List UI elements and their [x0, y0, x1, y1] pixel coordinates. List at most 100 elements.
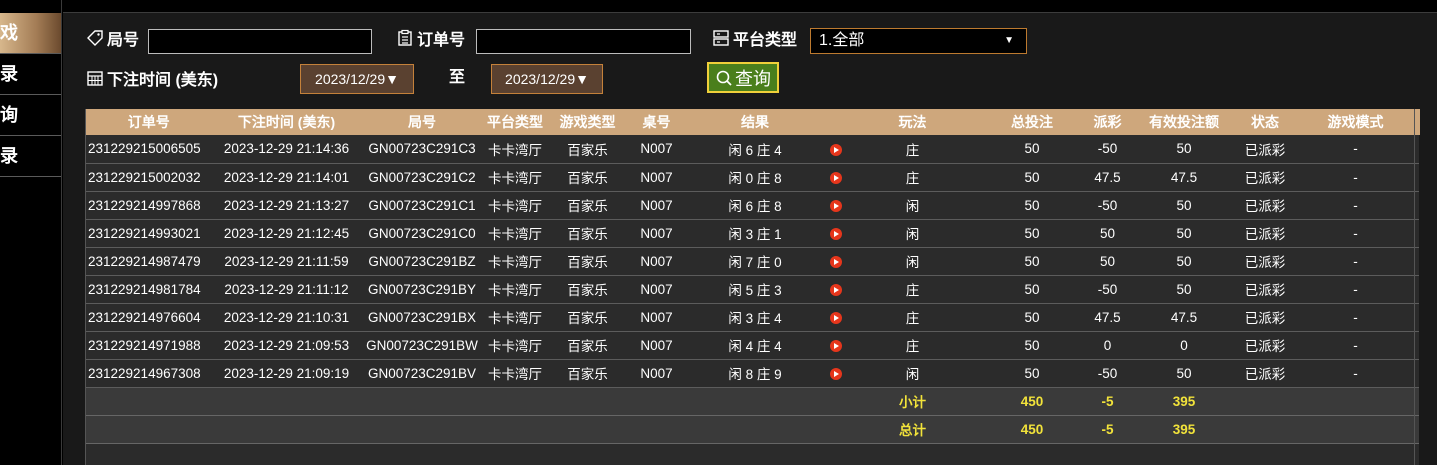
bet-time-cell: 2023-12-29 21:14:01 [213, 163, 360, 192]
platform-cell: 卡卡湾厅 [484, 247, 546, 276]
play-video-icon[interactable] [830, 199, 842, 212]
total-bet-cell: 50 [979, 219, 1085, 248]
order-id-cell: 231229214976604 [85, 303, 213, 332]
order-id-cell: 231229214971988 [85, 331, 213, 360]
payout-cell: 50 [1085, 247, 1130, 276]
game-mode-cell: - [1292, 163, 1419, 192]
date-to-picker[interactable]: 2023/12/29▼ [491, 64, 603, 94]
platform-cell: 卡卡湾厅 [484, 359, 546, 388]
platform-select[interactable]: 1.全部 ▼ [810, 28, 1027, 54]
result-cell: 闲 6 庄 8 [684, 191, 826, 220]
replay-icon-cell[interactable] [826, 247, 846, 276]
play-video-icon[interactable] [830, 367, 842, 380]
replay-icon-cell[interactable] [826, 219, 846, 248]
server-icon [712, 29, 730, 47]
bet-option-cell: 庄 [846, 331, 979, 360]
platform-cell: 卡卡湾厅 [484, 275, 546, 304]
replay-icon-cell[interactable] [826, 135, 846, 164]
sidebar-item-label: 戏 [0, 23, 18, 43]
empty-cell [85, 443, 1419, 465]
result-cell: 闲 3 庄 1 [684, 219, 826, 248]
total-bet-cell: 50 [979, 275, 1085, 304]
sidebar-item-3[interactable]: 录 [0, 136, 61, 177]
valid-bet-cell: 0 [1130, 331, 1238, 360]
bet-time-cell: 2023-12-29 21:10:31 [213, 303, 360, 332]
replay-icon-cell[interactable] [826, 359, 846, 388]
game-type-cell: 百家乐 [546, 331, 629, 360]
replay-icon-cell[interactable] [826, 303, 846, 332]
platform-cell: 卡卡湾厅 [484, 331, 546, 360]
table-no-cell: N007 [629, 219, 684, 248]
replay-icon-cell[interactable] [826, 163, 846, 192]
time-label-text: 下注时间 (美东) [107, 72, 219, 89]
order-label-text: 订单号 [417, 32, 466, 49]
empty-cell [360, 415, 484, 444]
date-from-picker[interactable]: 2023/12/29▼ [300, 64, 414, 94]
round-id-cell: GN00723C291BY [360, 275, 484, 304]
game-type-cell: 百家乐 [546, 219, 629, 248]
empty-cell [85, 387, 213, 416]
play-video-icon[interactable] [830, 227, 842, 240]
subtotal-row-valid: 395 [1130, 387, 1238, 416]
game-type-cell: 百家乐 [546, 163, 629, 192]
bet-option-cell: 闲 [846, 191, 979, 220]
bet-option-cell: 闲 [846, 359, 979, 388]
play-video-icon[interactable] [830, 171, 842, 184]
sidebar-item-0[interactable]: 戏 [0, 13, 61, 54]
payout-cell: -50 [1085, 135, 1130, 164]
column-header: 游戏模式 [1292, 109, 1420, 135]
status-cell: 已派彩 [1238, 163, 1292, 192]
empty-cell [1292, 415, 1419, 444]
bet-option-cell: 闲 [846, 219, 979, 248]
game-mode-cell: - [1292, 303, 1419, 332]
play-video-icon[interactable] [830, 283, 842, 296]
game-type-cell: 百家乐 [546, 135, 629, 164]
query-button[interactable]: 查询 [707, 62, 779, 93]
subtotal-row-label: 小计 [846, 387, 979, 416]
total-row-valid: 395 [1130, 415, 1238, 444]
platform-cell: 卡卡湾厅 [484, 135, 546, 164]
total-bet-cell: 50 [979, 135, 1085, 164]
game-mode-cell: - [1292, 331, 1419, 360]
order-input[interactable] [476, 29, 691, 54]
column-header [826, 109, 847, 135]
round-label-text: 局号 [107, 32, 140, 49]
column-header: 总投注 [979, 109, 1086, 135]
sidebar-item-1[interactable]: 录 [0, 54, 61, 95]
total-bet-cell: 50 [979, 247, 1085, 276]
game-mode-cell: - [1292, 135, 1419, 164]
total-bet-cell: 50 [979, 191, 1085, 220]
round-filter-label: 局号 [86, 26, 139, 50]
game-mode-cell: - [1292, 359, 1419, 388]
sidebar-item-2[interactable]: 询 [0, 95, 61, 136]
column-header: 派彩 [1085, 109, 1131, 135]
round-input[interactable] [148, 29, 372, 54]
play-video-icon[interactable] [830, 339, 842, 352]
replay-icon-cell[interactable] [826, 191, 846, 220]
column-header: 状态 [1238, 109, 1293, 135]
round-id-cell: GN00723C291C0 [360, 219, 484, 248]
status-cell: 已派彩 [1238, 219, 1292, 248]
table-row: 231229214967308 2023-12-29 21:09:19 GN0072… [85, 359, 1419, 388]
play-video-icon[interactable] [830, 311, 842, 324]
table-row: 231229214971988 2023-12-29 21:09:53 GN0072… [85, 331, 1419, 360]
status-cell: 已派彩 [1238, 331, 1292, 360]
platform-filter-label: 平台类型 [712, 26, 797, 50]
play-video-icon[interactable] [830, 255, 842, 268]
platform-cell: 卡卡湾厅 [484, 191, 546, 220]
status-cell: 已派彩 [1238, 359, 1292, 388]
payout-cell: -50 [1085, 191, 1130, 220]
replay-icon-cell[interactable] [826, 275, 846, 304]
empty-cell [1238, 415, 1292, 444]
sidebar-item-label: 录 [0, 64, 18, 84]
payout-cell: -50 [1085, 275, 1130, 304]
play-video-icon[interactable] [830, 143, 842, 156]
table-no-cell: N007 [629, 163, 684, 192]
sidebar-item-label: 询 [0, 105, 18, 125]
table-no-cell: N007 [629, 247, 684, 276]
result-cell: 闲 6 庄 4 [684, 135, 826, 164]
empty-row [85, 443, 1419, 465]
tag-icon [86, 29, 104, 47]
replay-icon-cell[interactable] [826, 331, 846, 360]
order-id-cell: 231229214993021 [85, 219, 213, 248]
